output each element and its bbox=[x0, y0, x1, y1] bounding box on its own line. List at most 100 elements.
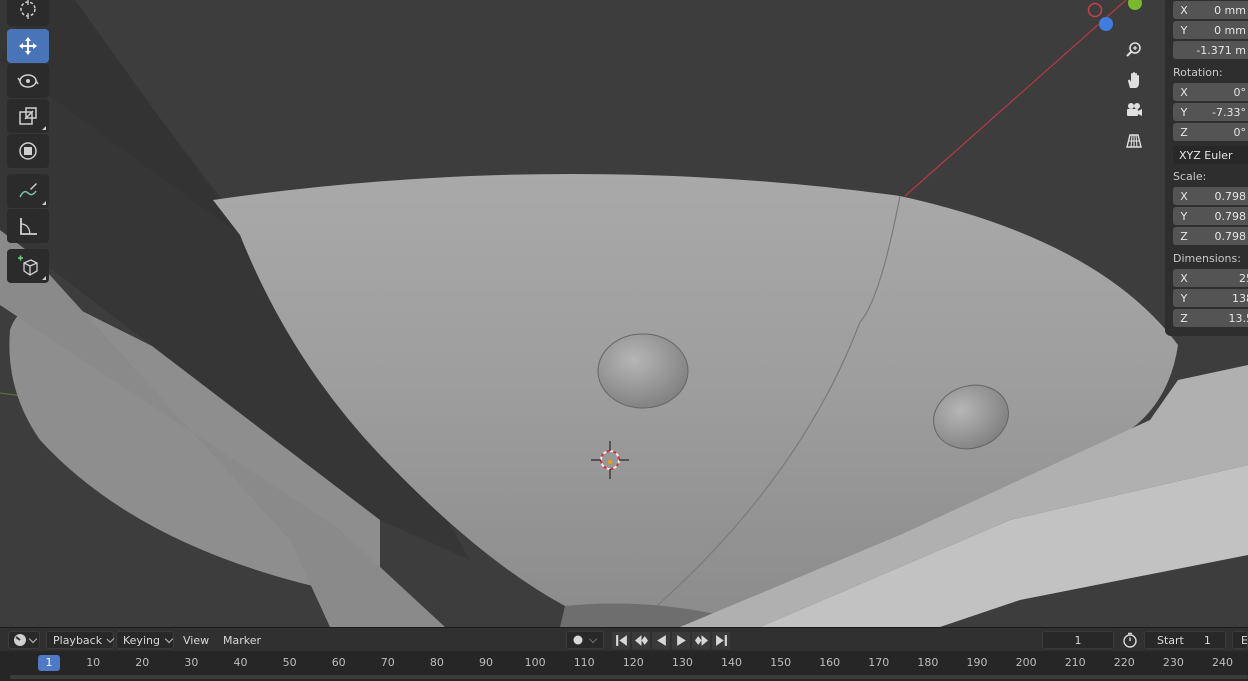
bump-1 bbox=[597, 333, 689, 409]
timeline-tick-label: 130 bbox=[671, 656, 693, 669]
field-value: 13.5 bbox=[1228, 311, 1248, 325]
start-frame-field[interactable]: Start 1 bbox=[1144, 631, 1226, 649]
start-value: 1 bbox=[1203, 633, 1211, 647]
annotate-icon bbox=[19, 183, 37, 198]
dimensions-y-field[interactable]: Y 138 bbox=[1173, 289, 1248, 307]
transform-sidebar: X 0 mm Y 0 mm -1.371 m Rotation: X 0° Y -7.3… bbox=[1165, 0, 1248, 336]
location-z-field[interactable]: -1.371 m bbox=[1173, 41, 1248, 59]
preview-range-toggle[interactable] bbox=[1122, 631, 1138, 649]
add-cube-tool[interactable] bbox=[7, 249, 49, 283]
rotation-mode-value: XYZ Euler bbox=[1179, 148, 1233, 162]
timeline-tick-label: 200 bbox=[1015, 656, 1037, 669]
rotation-mode-dropdown[interactable]: XYZ Euler bbox=[1173, 146, 1248, 164]
pan-button[interactable] bbox=[1120, 66, 1148, 94]
field-value: 0 mm bbox=[1214, 3, 1246, 17]
timeline-tick-label: 180 bbox=[917, 656, 939, 669]
zoom-button[interactable] bbox=[1120, 36, 1148, 64]
rotation-x-field[interactable]: X 0° bbox=[1173, 83, 1248, 101]
keyframe-next-icon bbox=[694, 635, 708, 646]
cursor-icon bbox=[20, 0, 36, 19]
skip-start-icon bbox=[615, 635, 627, 646]
axis-label: Z bbox=[1180, 229, 1188, 243]
stopwatch-icon bbox=[1123, 632, 1137, 648]
axis-label: X bbox=[1180, 85, 1188, 99]
timeline-scrollbar[interactable] bbox=[10, 675, 1248, 679]
axis-label: Y bbox=[1180, 209, 1188, 223]
scale-icon bbox=[19, 107, 37, 125]
end-label: E bbox=[1241, 633, 1248, 647]
rotate-tool[interactable] bbox=[7, 64, 49, 98]
scale-label: Scale: bbox=[1173, 170, 1207, 183]
field-value: 0.798 bbox=[1214, 189, 1247, 203]
scale-x-field[interactable]: X 0.798 bbox=[1173, 187, 1248, 205]
current-frame-indicator[interactable]: 1 bbox=[38, 655, 60, 671]
timeline-header: Playback Keying View Marker 1 Start 1 E bbox=[0, 627, 1248, 651]
editor-type-button[interactable] bbox=[8, 631, 40, 649]
timeline-tick-label: 70 bbox=[380, 656, 395, 669]
marker-menu[interactable]: Marker bbox=[223, 631, 261, 649]
timeline-tick-label: 80 bbox=[429, 656, 444, 669]
play-button[interactable] bbox=[672, 632, 690, 649]
timeline-tick-label: 140 bbox=[720, 656, 742, 669]
location-x-field[interactable]: X 0 mm bbox=[1173, 1, 1248, 19]
playback-menu[interactable]: Playback bbox=[46, 631, 115, 649]
clock-icon bbox=[13, 634, 26, 646]
rotate-icon bbox=[17, 74, 39, 88]
add-cube-icon bbox=[18, 255, 38, 276]
keying-label: Keying bbox=[123, 633, 160, 647]
scale-z-field[interactable]: Z 0.798 bbox=[1173, 227, 1248, 245]
timeline-tick-label: 90 bbox=[478, 656, 493, 669]
field-value: 0.798 bbox=[1214, 229, 1247, 243]
timeline-tick-label: 210 bbox=[1064, 656, 1086, 669]
view-menu[interactable]: View bbox=[183, 631, 209, 649]
playback-label: Playback bbox=[53, 633, 103, 647]
transform-tool[interactable] bbox=[7, 134, 49, 168]
grid-icon bbox=[1126, 134, 1142, 148]
field-value: 25 bbox=[1239, 271, 1248, 285]
rotation-z-field[interactable]: Z 0° bbox=[1173, 123, 1248, 141]
3d-viewport[interactable]: X 0 mm Y 0 mm -1.371 m Rotation: X 0° Y -7.3… bbox=[0, 0, 1248, 627]
move-tool[interactable] bbox=[7, 29, 49, 63]
field-value: -7.33° bbox=[1212, 105, 1246, 119]
timeline-tick-label: 190 bbox=[966, 656, 988, 669]
end-frame-field[interactable]: E bbox=[1232, 631, 1248, 649]
jump-keyframe-prev-button[interactable] bbox=[632, 632, 650, 649]
x-axis-line bbox=[904, 0, 1127, 197]
timeline-tick-label: 220 bbox=[1113, 656, 1135, 669]
dimensions-x-field[interactable]: X 25 bbox=[1173, 269, 1248, 287]
measure-icon bbox=[20, 218, 37, 235]
field-value: 0 mm bbox=[1214, 23, 1246, 37]
keying-menu[interactable]: Keying bbox=[116, 631, 174, 649]
timeline-tick-label: 170 bbox=[868, 656, 890, 669]
move-icon bbox=[19, 37, 37, 55]
timeline-tick-label: 40 bbox=[233, 656, 248, 669]
viewport-scene bbox=[0, 0, 1248, 627]
scale-tool[interactable] bbox=[7, 99, 49, 133]
timeline-tick-label: 120 bbox=[622, 656, 644, 669]
measure-tool[interactable] bbox=[7, 209, 49, 243]
cursor-tool[interactable] bbox=[7, 0, 49, 26]
jump-start-button[interactable] bbox=[612, 632, 630, 649]
axis-label: Y bbox=[1180, 291, 1188, 305]
axis-label: Y bbox=[1180, 105, 1188, 119]
rotation-label: Rotation: bbox=[1173, 66, 1223, 79]
axis-label: Z bbox=[1180, 311, 1188, 325]
timeline-tick-label: 240 bbox=[1211, 656, 1233, 669]
auto-keying-toggle[interactable] bbox=[566, 631, 604, 649]
timeline-tick-label: 110 bbox=[573, 656, 595, 669]
camera-view-button[interactable] bbox=[1120, 96, 1148, 124]
zoom-icon bbox=[1126, 42, 1141, 57]
timeline-tick-label: 30 bbox=[184, 656, 199, 669]
timeline-tick-label: 160 bbox=[819, 656, 841, 669]
jump-keyframe-next-button[interactable] bbox=[692, 632, 710, 649]
scale-y-field[interactable]: Y 0.798 bbox=[1173, 207, 1248, 225]
perspective-toggle-button[interactable] bbox=[1120, 127, 1148, 155]
dimensions-z-field[interactable]: Z 13.5 bbox=[1173, 309, 1248, 327]
location-y-field[interactable]: Y 0 mm bbox=[1173, 21, 1248, 39]
current-frame-field[interactable]: 1 bbox=[1042, 631, 1114, 649]
jump-end-button[interactable] bbox=[712, 632, 730, 649]
play-reverse-button[interactable] bbox=[652, 632, 670, 649]
rotation-y-field[interactable]: Y -7.33° bbox=[1173, 103, 1248, 121]
timeline-tick-label: 50 bbox=[282, 656, 297, 669]
annotate-tool[interactable] bbox=[7, 174, 49, 208]
